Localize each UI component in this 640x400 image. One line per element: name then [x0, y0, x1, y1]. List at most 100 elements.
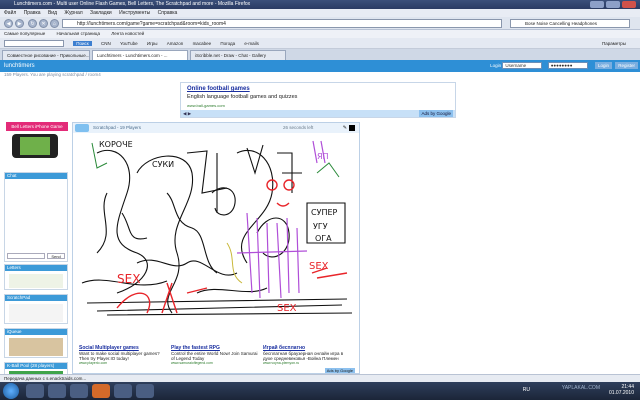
login-form: Login Username ●●●●●●●● Login Register — [490, 62, 638, 70]
ad-nav-icon[interactable]: ◀ ▶ — [183, 110, 191, 117]
firefox-icon[interactable] — [92, 384, 110, 398]
menu-item-view[interactable]: Вид — [48, 10, 57, 16]
status-bar: Передача данных с s.enacktraids.com... — [0, 374, 640, 382]
toolbar-link-emails[interactable]: e-mails — [244, 41, 259, 46]
login-label: Login — [490, 63, 502, 68]
game-logo-icon — [75, 124, 89, 132]
ie-icon[interactable] — [26, 384, 44, 398]
reload-icon[interactable]: ↻ — [28, 19, 37, 28]
toolbar-link-amazon[interactable]: Amazon — [167, 41, 184, 46]
ads-by-google[interactable]: Ads by Google — [324, 368, 355, 373]
toolbar-link-games[interactable]: Игры — [147, 41, 158, 46]
menu-item-bookmarks[interactable]: Закладки — [90, 10, 112, 16]
canvas-text-6: УГУ — [313, 222, 328, 231]
toolbar-link-youtube[interactable]: YouTube — [120, 41, 138, 46]
tab-label: iScribble.net - Draw - Chat - Gallery — [195, 53, 267, 58]
username-field[interactable]: Username — [502, 62, 543, 70]
tab-lunchtimers[interactable]: Lunchtimers - Lunchtimers.com - ... — [92, 50, 188, 60]
ad-item[interactable]: Play the fastest RPG Control the entire … — [171, 345, 261, 365]
letters-header: Letters — [5, 265, 67, 271]
stop-icon[interactable]: ✕ — [39, 19, 48, 28]
language-indicator[interactable]: RU — [523, 387, 530, 393]
scratchpad-header: ScratchPad — [5, 295, 67, 301]
bookmark-news-feed[interactable]: Лента новостей — [111, 31, 144, 36]
bookmarks-bar: Самые популярные Начальная страница Лент… — [0, 30, 640, 38]
canvas-text-8: СУКИ — [152, 160, 174, 169]
media-player-icon[interactable] — [70, 384, 88, 398]
left-sidebar: Bell Letters iPhone Game Chat Send Lette… — [4, 122, 68, 382]
ad-url[interactable]: www.ball-games.com — [187, 103, 225, 108]
canvas-text-1: КОРОЧЕ — [99, 140, 133, 149]
send-button[interactable]: Send — [47, 253, 65, 259]
system-clock[interactable]: 21:44 01.07.2010 — [609, 384, 634, 396]
ads-by-google[interactable]: Ads by Google — [419, 110, 453, 117]
menu-item-tools[interactable]: Инструменты — [119, 10, 150, 16]
ad-text: бесплатная браузерная онлайн игра в духе… — [263, 351, 344, 361]
tab-label: Совместное рисование - Прикольные... — [7, 53, 90, 58]
tab-sovmestnoe[interactable]: Совместное рисование - Прикольные... — [2, 50, 90, 60]
tab-iscribble[interactable]: iScribble.net - Draw - Chat - Gallery — [190, 50, 286, 60]
ad-footer: ◀ ▶ Ads by Google — [181, 110, 455, 117]
start-button-icon[interactable] — [3, 383, 19, 399]
letters-panel[interactable]: Letters — [4, 264, 68, 290]
menu-item-file[interactable]: Файл — [4, 10, 16, 16]
menu-item-edit[interactable]: Правка — [24, 10, 41, 16]
ad-item[interactable]: Social Multiplayer games Want to make so… — [79, 345, 169, 365]
game-title: Scratchpad - 19 Players — [93, 125, 142, 130]
menu-item-history[interactable]: Журнал — [64, 10, 82, 16]
game-panel: Scratchpad - 19 Players 26 seconds left … — [72, 122, 360, 374]
iphone-promo[interactable] — [4, 132, 68, 162]
close-icon[interactable] — [622, 1, 636, 8]
app-icon[interactable] — [136, 384, 154, 398]
ad-url[interactable]: www.voyna-plemyon.ru — [263, 361, 353, 365]
canvas-text-7: ОГА — [315, 234, 332, 243]
ad-url[interactable]: www.samuraioflegend.com — [171, 361, 261, 365]
bookmark-most-visited[interactable]: Самые популярные — [4, 31, 45, 36]
canvas-text-4: SEX — [309, 261, 329, 272]
chat-header: Chat — [5, 173, 67, 179]
site-header: lunchtimers Login Username ●●●●●●●● Logi… — [0, 60, 640, 72]
color-swatch-icon[interactable] — [349, 125, 355, 131]
ad-item[interactable]: Играй бесплатно бесплатная браузерная он… — [263, 345, 353, 365]
toolbar-search-button[interactable]: Поиск — [73, 41, 92, 46]
iqueue-panel[interactable]: iQueue — [4, 328, 68, 358]
login-button[interactable]: Login — [594, 62, 612, 70]
ad-block-bottom: Social Multiplayer games Want to make so… — [79, 345, 357, 373]
iqueue-thumbnail — [9, 338, 63, 356]
minimize-icon[interactable] — [590, 1, 604, 8]
toolbar-search-input[interactable] — [4, 40, 64, 48]
window-title: Lunchtimers.com - Multi user Online Flas… — [14, 1, 251, 7]
url-bar[interactable]: http://lunchtimers.com/game?game=scratch… — [62, 19, 502, 28]
canvas-text-2: ЯП — [317, 152, 329, 161]
toolbar-link-weather[interactable]: Погода — [220, 41, 235, 46]
chat-input[interactable] — [7, 253, 45, 259]
bookmark-start-page[interactable]: Начальная страница — [56, 31, 100, 36]
home-icon[interactable]: ⌂ — [50, 19, 59, 28]
toolbar-link-macabee[interactable]: macabee — [193, 41, 212, 46]
phone-screen — [20, 137, 50, 155]
register-button[interactable]: Register — [615, 62, 638, 70]
back-icon[interactable]: ◀ — [4, 19, 13, 28]
scratchpad-panel[interactable]: ScratchPad — [4, 294, 68, 324]
browser-search-input[interactable]: Bose Noise Cancelling Headphones — [510, 19, 630, 28]
tab-strip: Совместное рисование - Прикольные... Lun… — [0, 49, 640, 60]
iphone-game-button[interactable]: Bell Letters iPhone Game — [6, 122, 68, 131]
toolbar-settings[interactable]: Параметры — [602, 38, 626, 49]
toolbar-link-cnn[interactable]: CNN — [101, 41, 111, 46]
site-logo[interactable]: lunchtimers — [4, 63, 35, 69]
password-field[interactable]: ●●●●●●●● — [547, 62, 588, 70]
ad-banner-top[interactable]: Online football games English language f… — [180, 82, 456, 118]
explorer-icon[interactable] — [48, 384, 66, 398]
browser-search-text: Bose Noise Cancelling Headphones — [525, 21, 598, 26]
chat-panel: Chat Send — [4, 172, 68, 262]
ad-url[interactable]: www.playerio.com — [79, 361, 169, 365]
maximize-icon[interactable] — [606, 1, 620, 8]
drawing-canvas[interactable]: КОРОЧЕ ЯП SEX SEX СУПЕР УГУ ОГА СУКИ SEX — [77, 133, 357, 323]
ad-text: Control the entire World Now! Join Samur… — [171, 351, 258, 361]
menu-item-help[interactable]: Справка — [158, 10, 178, 16]
app-icon[interactable] — [114, 384, 132, 398]
ad-headline[interactable]: Online football games — [187, 86, 250, 92]
pencil-icon[interactable]: ✎ — [343, 125, 347, 131]
forward-icon[interactable]: ▶ — [15, 19, 24, 28]
menubar: Файл Правка Вид Журнал Закладки Инструме… — [0, 9, 640, 17]
